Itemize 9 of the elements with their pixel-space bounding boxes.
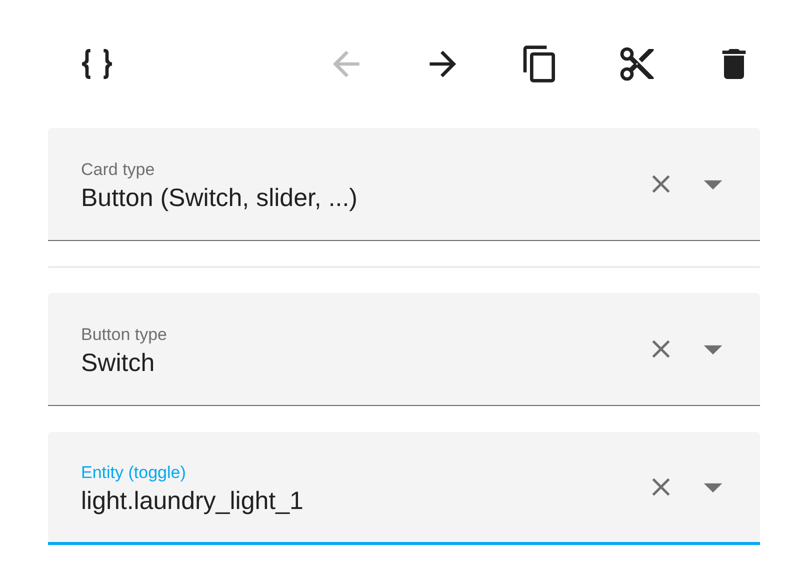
field-value: light.laundry_light_1 <box>81 486 304 517</box>
field-value: Button (Switch, slider, ...) <box>81 183 358 214</box>
field-label: Button type <box>81 324 168 346</box>
dropdown-field[interactable]: Card type Button (Switch, slider, ...) <box>48 128 760 241</box>
dropdown-field[interactable]: Entity (toggle) light.laundry_light_1 <box>48 432 760 545</box>
dropdown-field[interactable]: Button type Switch <box>48 293 760 406</box>
field-value: Switch <box>81 348 156 379</box>
field-label: Entity (toggle) <box>81 462 187 484</box>
field-label: Card type <box>81 159 156 181</box>
